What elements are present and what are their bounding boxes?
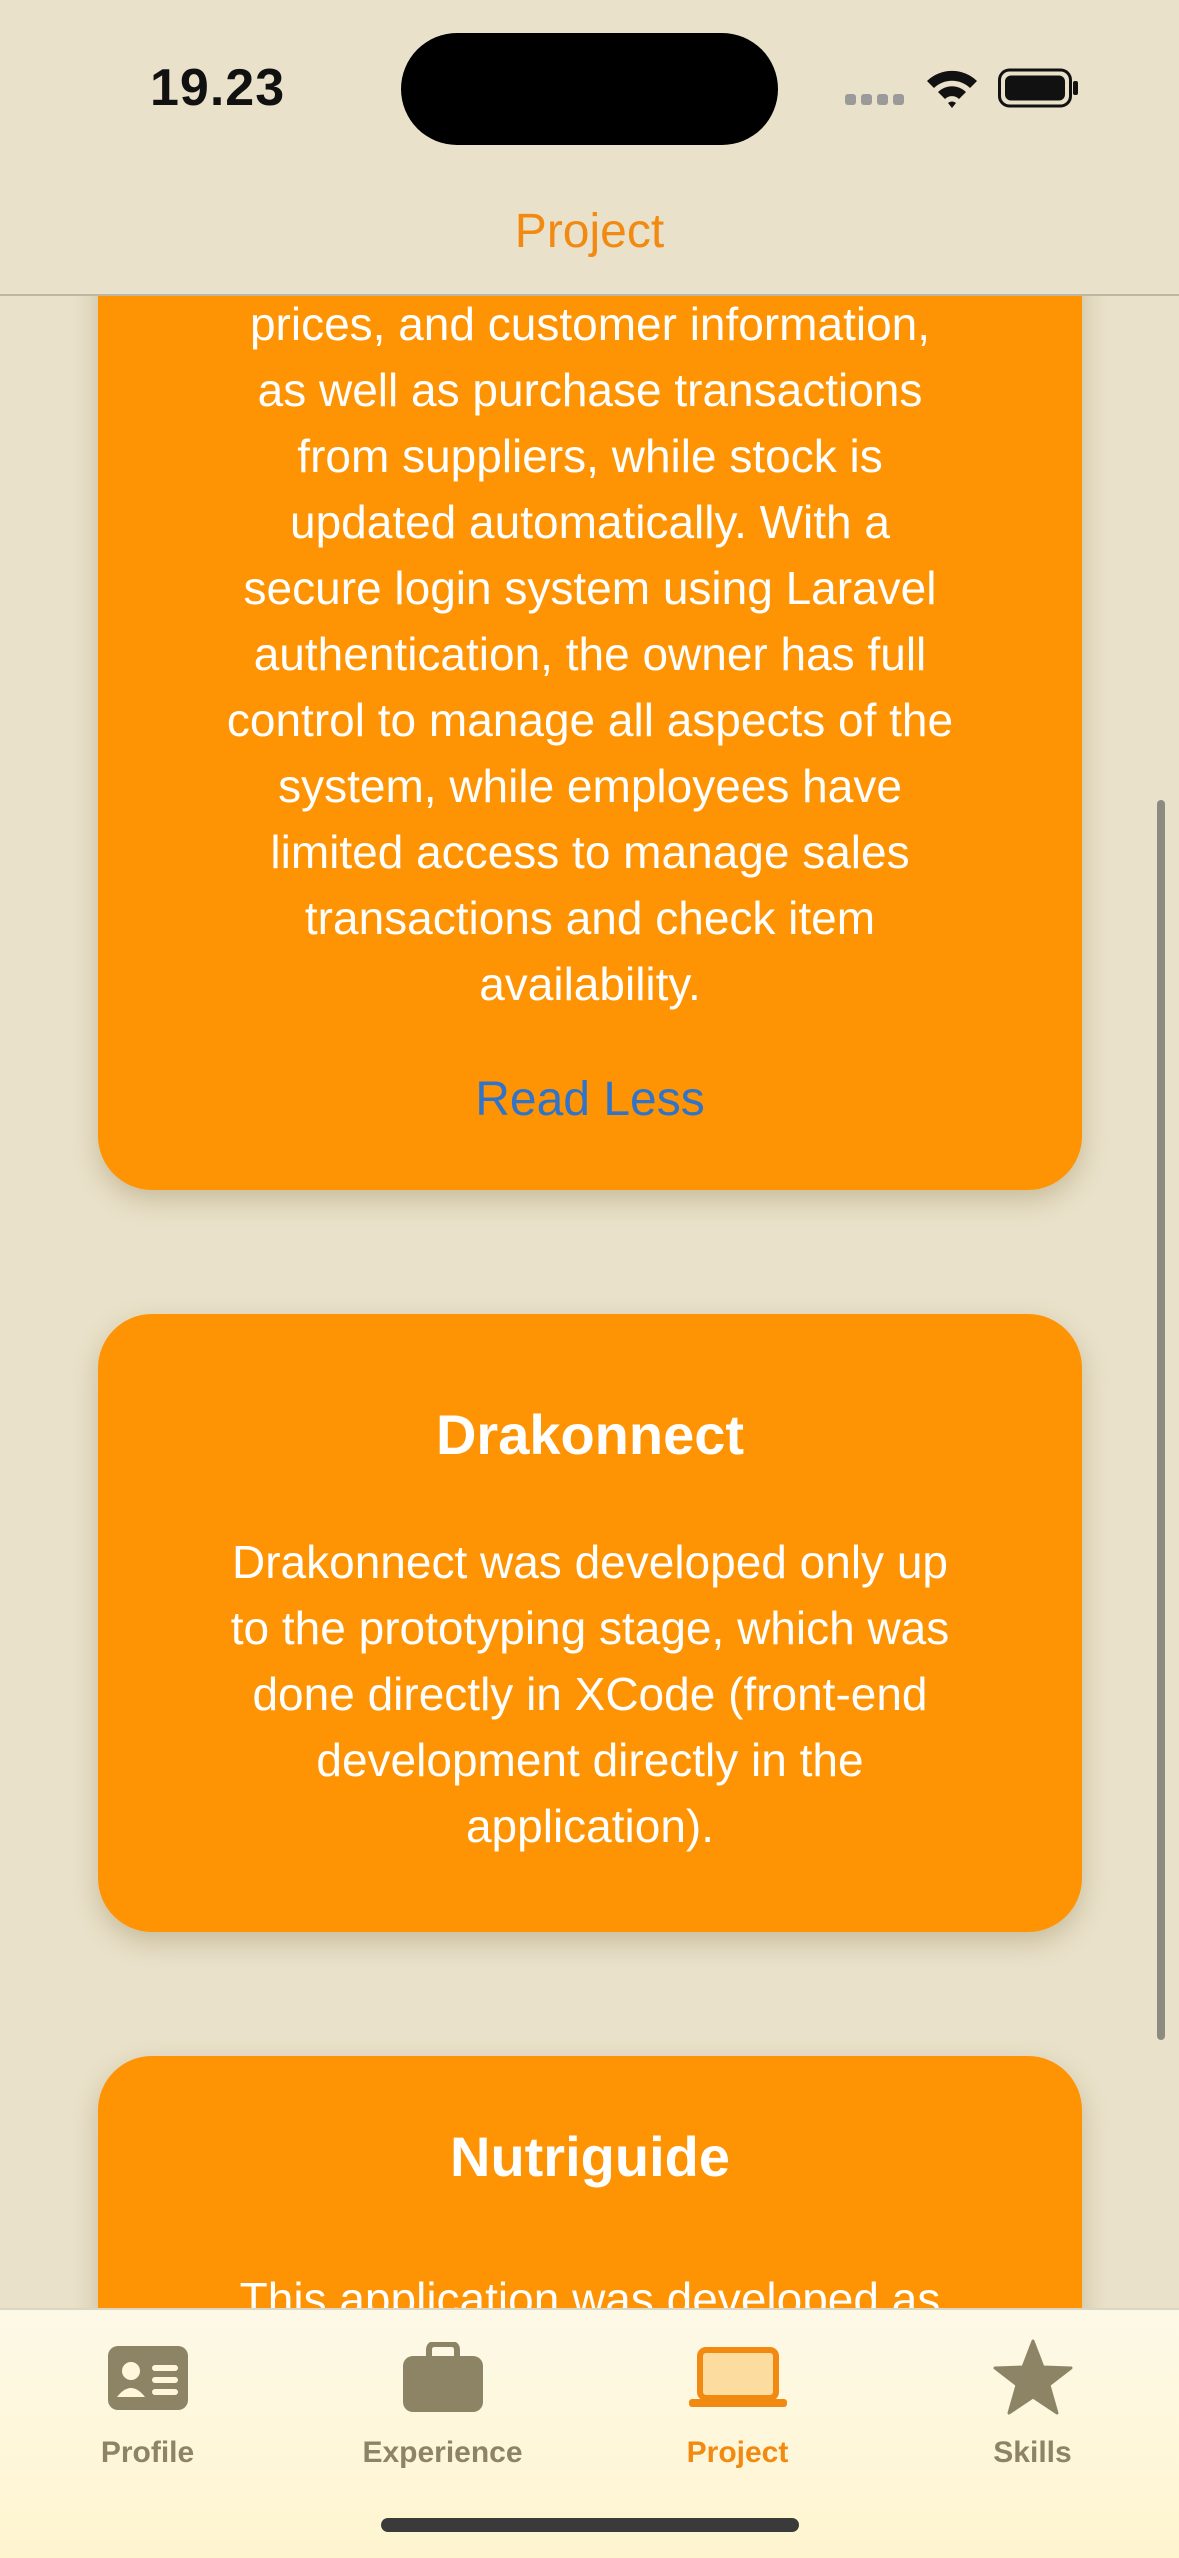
description-line: This application was developed as bbox=[239, 2273, 941, 2308]
tab-label: Skills bbox=[993, 2436, 1072, 2469]
description-line: authentication, the owner has full bbox=[253, 628, 927, 680]
scrollbar[interactable] bbox=[1157, 800, 1165, 2040]
description-line: limited access to manage sales bbox=[270, 826, 910, 878]
description-line: availability. bbox=[479, 958, 701, 1010]
read-less-button[interactable]: Read Less bbox=[475, 1072, 704, 1127]
description-line: updated automatically. With a bbox=[289, 496, 891, 548]
description-line: development directly in the bbox=[316, 1734, 864, 1786]
description-line: secure login system using Laravel bbox=[243, 562, 937, 614]
tab-label: Project bbox=[686, 2436, 789, 2469]
description-line: system, while employees have bbox=[278, 760, 902, 812]
battery-icon bbox=[998, 68, 1078, 108]
project-title: Nutriguide bbox=[450, 2125, 730, 2188]
project-list[interactable]: prices, and customer information, as wel… bbox=[0, 294, 1179, 2308]
description-line: application). bbox=[465, 1800, 715, 1852]
navigation-bar: Project bbox=[0, 180, 1179, 296]
description-line: done directly in XCode (front-end bbox=[252, 1668, 928, 1720]
wifi-icon bbox=[927, 70, 977, 108]
tab-project[interactable]: Project bbox=[590, 2330, 885, 2470]
project-card: Nutriguide This application was develope… bbox=[98, 2056, 1082, 2308]
project-card: Drakonnect Drakonnect was developed only… bbox=[98, 1314, 1082, 1932]
star-icon bbox=[885, 2330, 1179, 2426]
description-line: prices, and customer information, bbox=[249, 298, 931, 350]
briefcase-icon bbox=[295, 2330, 590, 2426]
project-description: This application was developed as bbox=[98, 2266, 1082, 2308]
project-description: Drakonnect was developed only up to the … bbox=[98, 1529, 1082, 1859]
description-line: control to manage all aspects of the bbox=[226, 694, 954, 746]
project-title: Drakonnect bbox=[435, 1403, 745, 1466]
description-line: Drakonnect was developed only up bbox=[231, 1536, 948, 1588]
description-line: transactions and check item bbox=[304, 892, 876, 944]
description-line: to the prototyping stage, which was bbox=[230, 1602, 950, 1654]
page-title: Project bbox=[514, 205, 665, 258]
home-indicator[interactable] bbox=[381, 2518, 799, 2532]
tab-skills[interactable]: Skills bbox=[885, 2330, 1179, 2470]
tab-experience[interactable]: Experience bbox=[295, 2330, 590, 2470]
status-time: 19.23 bbox=[150, 59, 286, 117]
description-line: from suppliers, while stock is bbox=[297, 430, 883, 482]
tab-profile[interactable]: Profile bbox=[0, 2330, 295, 2470]
dynamic-island bbox=[401, 33, 778, 145]
cellular-signal-icon bbox=[845, 94, 905, 106]
tab-label: Experience bbox=[362, 2436, 523, 2469]
status-bar: 19.23 bbox=[0, 0, 1179, 180]
project-card: prices, and customer information, as wel… bbox=[98, 294, 1082, 1190]
project-description: prices, and customer information, as wel… bbox=[98, 294, 1082, 1017]
description-line: as well as purchase transactions bbox=[257, 364, 923, 416]
person-card-icon bbox=[0, 2330, 295, 2426]
laptop-icon bbox=[590, 2330, 885, 2426]
tab-label: Profile bbox=[100, 2436, 195, 2469]
